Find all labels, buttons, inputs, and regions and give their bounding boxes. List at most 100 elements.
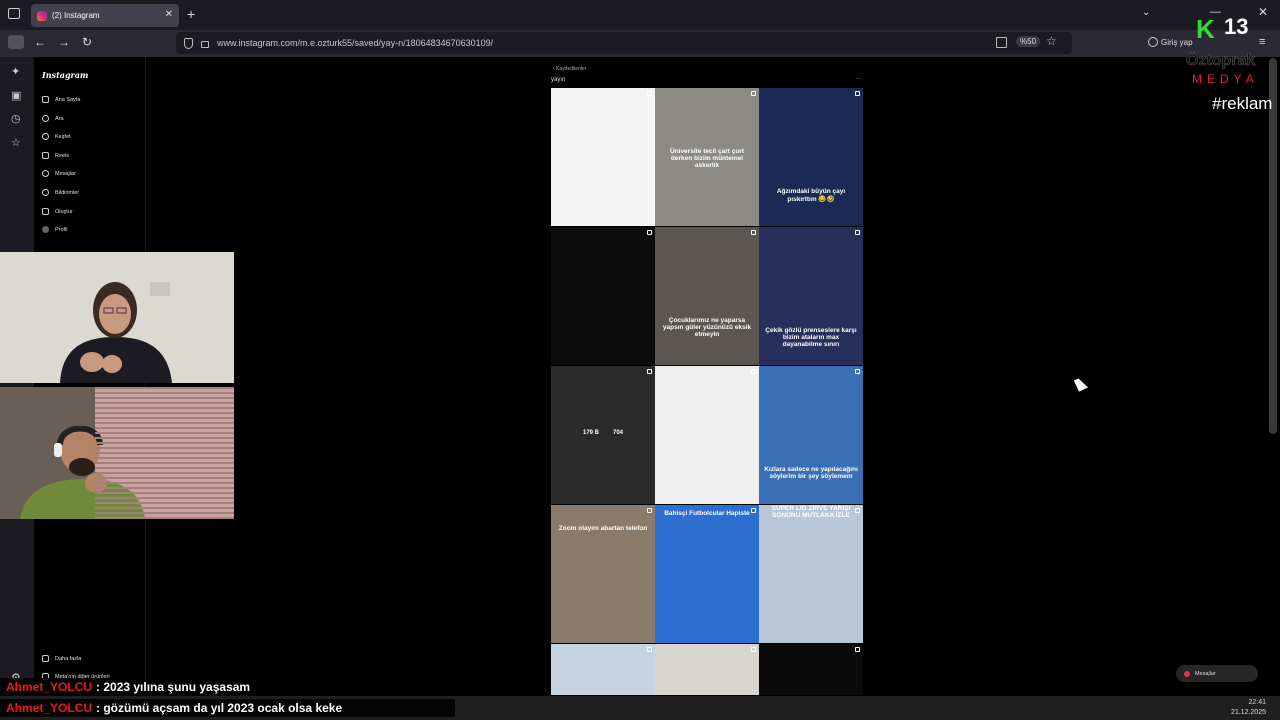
synced-tabs-icon[interactable]: ▣ — [11, 89, 21, 102]
nav-label: Keşfet — [55, 133, 71, 140]
reel-icon — [855, 647, 860, 652]
reel-icon — [647, 91, 652, 96]
shutter-stripe — [95, 507, 234, 509]
bookmarks-icon[interactable]: ☆ — [11, 136, 21, 149]
tracking-protection-icon[interactable] — [184, 37, 193, 49]
reload-button[interactable]: ↻ — [82, 35, 92, 49]
reel-icon — [751, 230, 756, 235]
chat-text: : gözümü açsam da yıl 2023 ocak olsa kek… — [96, 701, 343, 715]
comment-count: 704 — [613, 430, 624, 436]
nav-more[interactable]: Daha fazla — [42, 655, 81, 662]
shutter-stripe — [95, 437, 234, 439]
sidebar-toggle-button[interactable] — [8, 35, 24, 49]
forward-button[interactable]: → — [58, 35, 70, 49]
login-button[interactable]: Giriş yap — [1148, 37, 1193, 47]
history-icon[interactable]: ◷ — [11, 112, 21, 125]
saved-post-tile[interactable]: Bahisçi Futbolcular Hapiste — [655, 505, 759, 643]
saved-post-tile[interactable]: Çocuklarımız ne yaparsa yapsın güler yüz… — [655, 227, 759, 365]
shutter-stripe — [95, 512, 234, 514]
address-bar[interactable]: www.instagram.com/m.e.ozturk55/saved/yay… — [176, 32, 1072, 54]
saved-post-tile[interactable] — [551, 227, 655, 365]
zoom-level-badge[interactable]: %50 — [1016, 36, 1041, 47]
shutter-stripe — [95, 497, 234, 499]
saved-post-tile[interactable]: SÜPER LİG ZİRVE YARIŞI SONUNU MUTLAKA İZ… — [759, 505, 863, 643]
tab-title: (2) Instagram — [52, 11, 100, 20]
nav-create[interactable]: Oluştur — [42, 208, 73, 215]
shutter-stripe — [95, 392, 234, 394]
bookmark-star-icon[interactable]: ☆ — [1046, 34, 1057, 48]
webcam-guest — [0, 252, 234, 383]
tab-instagram[interactable]: (2) Instagram ✕ — [31, 4, 179, 27]
ai-sparkle-icon[interactable]: ✦ — [11, 65, 20, 78]
home-icon — [42, 96, 49, 103]
instagram-logo[interactable]: Instagram — [42, 70, 88, 80]
saved-post-tile[interactable]: Kızlara sadece ne yapılacağını söylerim … — [759, 366, 863, 504]
tab-close-icon[interactable]: ✕ — [165, 9, 173, 20]
nav-label: Mesajlar — [55, 170, 76, 177]
chat-message: Ahmet_YOLCU : 2023 yılına şunu yaşasam — [0, 678, 455, 696]
shutter-stripe — [95, 517, 234, 519]
shutter-stripe — [95, 477, 234, 479]
collection-options-icon[interactable]: ... — [856, 75, 861, 81]
saved-post-tile[interactable] — [551, 644, 655, 695]
saved-post-tile[interactable] — [655, 366, 759, 504]
saved-post-tile[interactable]: 179 B 704 — [551, 366, 655, 504]
browser-nav-bar: ← → ↻ www.instagram.com/m.e.ozturk55/sav… — [0, 30, 1280, 57]
shutter-stripe — [95, 472, 234, 474]
reel-icon — [647, 369, 652, 374]
nav-explore[interactable]: Keşfet — [42, 133, 71, 140]
nav-reels[interactable]: Reels — [42, 152, 69, 159]
nav-search[interactable]: Ara — [42, 115, 64, 122]
nav-label: Oluştur — [55, 208, 73, 215]
saved-post-tile[interactable] — [551, 88, 655, 226]
messenger-icon — [1184, 670, 1190, 677]
reel-icon — [751, 369, 756, 374]
page-scrollbar[interactable] — [1269, 58, 1277, 434]
saved-post-tile[interactable] — [655, 644, 759, 695]
shutter-stripe — [95, 422, 234, 424]
post-caption: Çekik gözlü prenseslere karşı bizim atal… — [765, 327, 857, 348]
lock-icon[interactable] — [201, 41, 209, 48]
reel-icon — [855, 369, 860, 374]
hashtag-overlay: #reklam — [1212, 94, 1273, 113]
plus-icon — [42, 208, 49, 215]
shutter-stripe — [95, 402, 234, 404]
nav-home[interactable]: Ana Sayfa — [42, 96, 80, 103]
chat-message: Ahmet_YOLCU : gözümü açsam da yıl 2023 o… — [0, 699, 455, 717]
nav-label: Ana Sayfa — [55, 96, 81, 103]
shutter-stripe — [95, 427, 234, 429]
chat-username: Ahmet_YOLCU — [6, 701, 93, 715]
heart-icon — [42, 189, 49, 196]
nav-notifications[interactable]: Bildirimler — [42, 189, 79, 196]
url-text[interactable]: www.instagram.com/m.e.ozturk55/saved/yay… — [217, 38, 493, 48]
profile-icon — [42, 226, 49, 233]
saved-post-tile[interactable]: Zoom olayını abartan telefon — [551, 505, 655, 643]
save-page-icon[interactable] — [996, 37, 1007, 48]
nav-label: Daha fazla — [55, 655, 82, 662]
breadcrumb-back[interactable]: ‹ Kaydedilenler — [553, 66, 586, 72]
saved-post-tile[interactable]: Üniversite tecil çart çurt derken bizim … — [655, 88, 759, 226]
nav-profile[interactable]: Profil — [42, 226, 68, 233]
back-button[interactable]: ← — [34, 35, 46, 49]
brand-media: MEDYA — [1192, 72, 1259, 86]
saved-post-tile[interactable]: Çekik gözlü prenseslere karşı bizim atal… — [759, 227, 863, 365]
nav-label: Ara — [55, 115, 64, 122]
compass-icon — [42, 133, 49, 140]
new-tab-button[interactable]: + — [187, 6, 195, 22]
shutter-stripe — [95, 442, 234, 444]
login-label: Giriş yap — [1161, 37, 1193, 47]
saved-post-tile[interactable]: Ağzımdaki büyün çayı pıskırttım 😂🤣 — [759, 88, 863, 226]
tab-overflow-chevron-icon[interactable]: ⌄ — [1142, 7, 1150, 18]
close-window-button[interactable]: ✕ — [1258, 5, 1268, 19]
taskbar-clock: 22:41 21.12.2025 — [1231, 698, 1266, 718]
webcam-host — [0, 387, 234, 519]
shutter-stripe — [95, 447, 234, 449]
like-count: 179 B — [582, 430, 599, 436]
brand-logo-k: K — [1196, 14, 1215, 44]
saved-post-tile[interactable] — [759, 644, 863, 695]
messages-floating-button[interactable]: Mesajlar — [1176, 665, 1258, 682]
nav-messages[interactable]: Mesajlar — [42, 170, 76, 177]
app-menu-icon[interactable]: ≡ — [1259, 36, 1265, 48]
brand-name: Öztoprak — [1186, 52, 1256, 70]
tab-list-icon[interactable] — [8, 8, 20, 19]
